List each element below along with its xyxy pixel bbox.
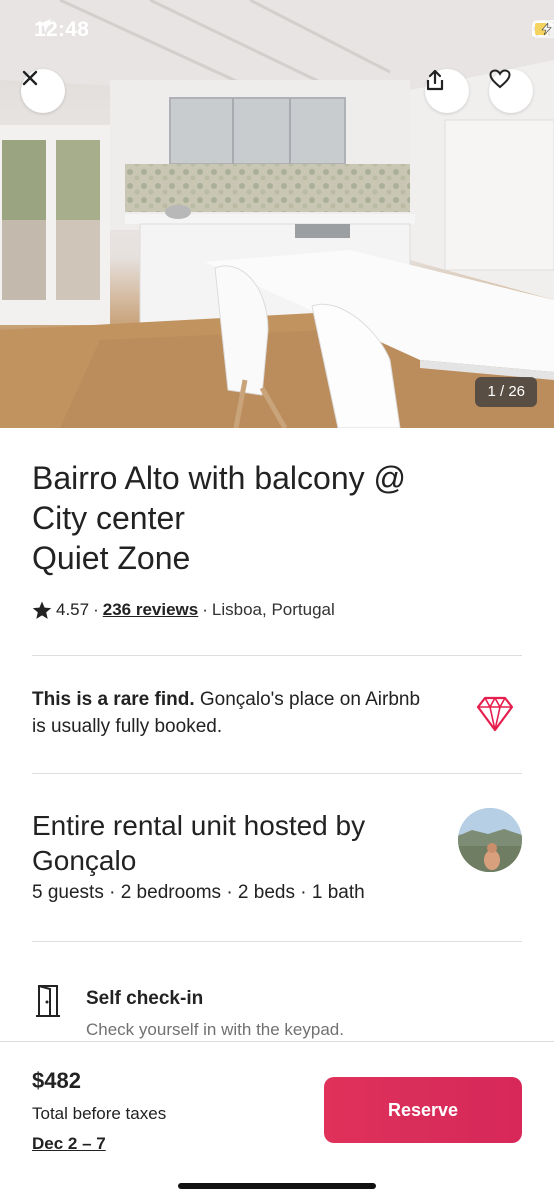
location-arrow-icon	[37, 19, 51, 33]
self-checkin-title: Self check-in	[86, 988, 204, 1009]
divider	[32, 773, 522, 774]
battery-charging-icon	[532, 20, 554, 38]
listing-photo[interactable]: 12:48 1 / 26	[0, 0, 554, 428]
diamond-icon	[476, 696, 514, 732]
host-title: Entire rental unit hosted by Gonçalo	[32, 810, 366, 876]
location-text: Lisboa, Portugal	[211, 600, 335, 619]
rating-value: 4.57	[56, 600, 90, 619]
share-button[interactable]	[425, 69, 469, 113]
host-photo	[458, 808, 522, 872]
close-button[interactable]	[21, 69, 65, 113]
status-time: 12:48	[34, 18, 90, 41]
rare-find-text: This is a rare find. Gonçalo's place on …	[32, 689, 421, 737]
total-price: $482	[32, 1068, 81, 1093]
door-icon	[36, 985, 60, 1017]
listing-title: Bairro Alto with balcony @ City center Q…	[32, 460, 406, 576]
dates-link[interactable]: Dec 2 – 7	[32, 1134, 106, 1154]
close-icon	[22, 70, 38, 86]
divider	[32, 655, 522, 656]
self-checkin-subtitle: Check yourself in with the keypad.	[86, 1020, 344, 1039]
share-icon	[426, 69, 444, 91]
listing-header: Bairro Alto with balcony @ City center Q…	[32, 458, 522, 620]
photo-counter: 1 / 26	[475, 377, 537, 407]
host-details: 5 guests · 2 bedrooms · 2 beds · 1 bath	[32, 882, 365, 903]
reserve-button[interactable]: Reserve	[324, 1077, 522, 1143]
save-wishlist-button[interactable]	[489, 69, 533, 113]
divider	[32, 941, 522, 942]
reviews-link[interactable]: 236 reviews	[103, 600, 198, 620]
booking-footer: $482 Total before taxes Dec 2 – 7 Reserv…	[0, 1041, 554, 1200]
status-bar: 12:48	[0, 0, 554, 62]
heart-icon	[489, 69, 511, 89]
home-indicator[interactable]	[178, 1183, 376, 1189]
price-note: Total before taxes	[32, 1104, 167, 1123]
star-icon	[32, 601, 52, 619]
kitchen-photo	[0, 0, 554, 428]
host-avatar[interactable]	[458, 808, 522, 872]
rating-row: 4.57 · 236 reviews · Lisboa, Portugal	[32, 600, 522, 620]
